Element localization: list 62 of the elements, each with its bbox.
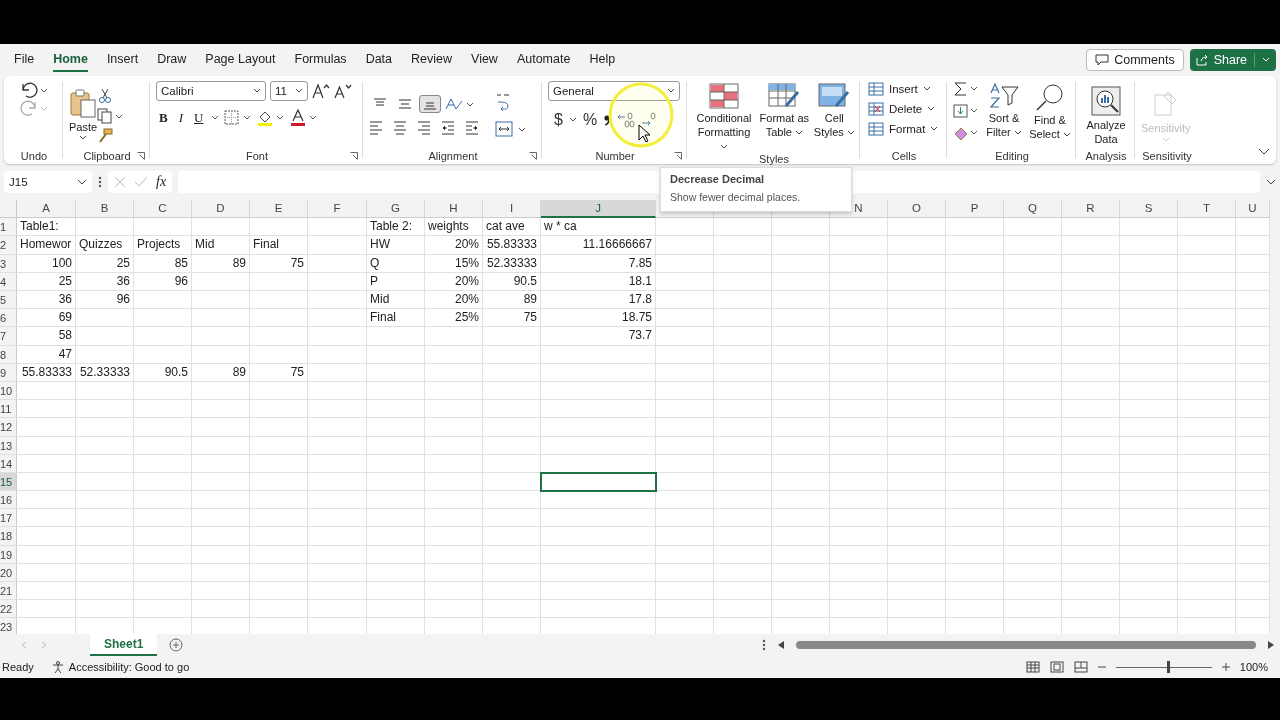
table-cell: 7.85 xyxy=(541,254,656,273)
table-cell: 18.1 xyxy=(541,272,656,292)
table-cell: 20% xyxy=(425,236,483,255)
table-cell: 73.7 xyxy=(541,327,656,346)
table-cell: 58 xyxy=(17,327,76,346)
table-cell: Table 2: xyxy=(367,218,425,237)
table-cell: Quizzes xyxy=(76,236,134,255)
table-cell: Mid xyxy=(367,291,425,310)
table-cell: 25 xyxy=(76,254,134,273)
table-cell: 17.8 xyxy=(541,291,656,310)
group-label: Alignment xyxy=(428,149,478,162)
table-cell: 25% xyxy=(425,309,483,328)
table-cell: 47 xyxy=(17,345,76,364)
table-cell: Final xyxy=(250,236,308,255)
table-cell: 89 xyxy=(192,254,250,273)
table-cell: 85 xyxy=(134,254,192,273)
group-label: Number xyxy=(595,149,635,162)
table-cell: weights xyxy=(425,218,483,237)
table-cell: Projects xyxy=(134,236,192,255)
table-cell: 89 xyxy=(483,291,541,310)
table-cell: Table1: xyxy=(17,218,76,237)
table-cell: 20% xyxy=(425,291,483,310)
table-cell: Q xyxy=(367,254,425,273)
table-cell: 25 xyxy=(17,272,76,292)
table-cell: Homewor xyxy=(17,236,76,255)
table-cell: 11.16666667 xyxy=(541,236,656,255)
table-cell: HW xyxy=(367,236,425,255)
table-cell: cat ave xyxy=(483,218,541,237)
group-label: Clipboard xyxy=(83,149,131,162)
table-cell: 69 xyxy=(17,309,76,328)
group-label: Styles xyxy=(759,152,789,165)
table-cell: P xyxy=(367,272,425,292)
table-cell: 89 xyxy=(192,363,250,382)
group-label: Font xyxy=(246,149,268,162)
table-cell: w * ca xyxy=(541,218,656,237)
table-cell: Mid xyxy=(192,236,250,255)
table-cell: 18.75 xyxy=(541,309,656,328)
table-cell: 75 xyxy=(250,254,308,273)
group-label: Undo xyxy=(20,149,48,162)
group-label: Sensitivity xyxy=(1142,149,1192,162)
table-cell: 36 xyxy=(17,291,76,310)
table-cell: 52.33333 xyxy=(76,363,134,382)
table-cell: 96 xyxy=(76,291,134,310)
table-cell: 96 xyxy=(134,272,192,292)
table-cell: 55.83333 xyxy=(483,236,541,255)
table-cell: 52.33333 xyxy=(483,254,541,273)
table-cell: 20% xyxy=(425,272,483,292)
table-cell: 90.5 xyxy=(134,363,192,382)
group-label: Editing xyxy=(995,149,1029,162)
tooltip-text: Show fewer decimal places. xyxy=(670,191,802,203)
table-cell: 100 xyxy=(17,254,76,273)
group-label: Analysis xyxy=(1085,149,1127,162)
table-cell: 90.5 xyxy=(483,272,541,292)
table-cell: 75 xyxy=(250,363,308,382)
table-cell: 55.83333 xyxy=(17,363,76,382)
table-cell: 15% xyxy=(425,254,483,273)
table-cell: Final xyxy=(367,309,425,328)
status-mode: Ready xyxy=(2,661,34,674)
table-cell: 75 xyxy=(483,309,541,328)
tooltip-title: Decrease Decimal xyxy=(670,173,766,185)
group-label: Cells xyxy=(891,149,917,162)
table-cell: 36 xyxy=(76,272,134,292)
